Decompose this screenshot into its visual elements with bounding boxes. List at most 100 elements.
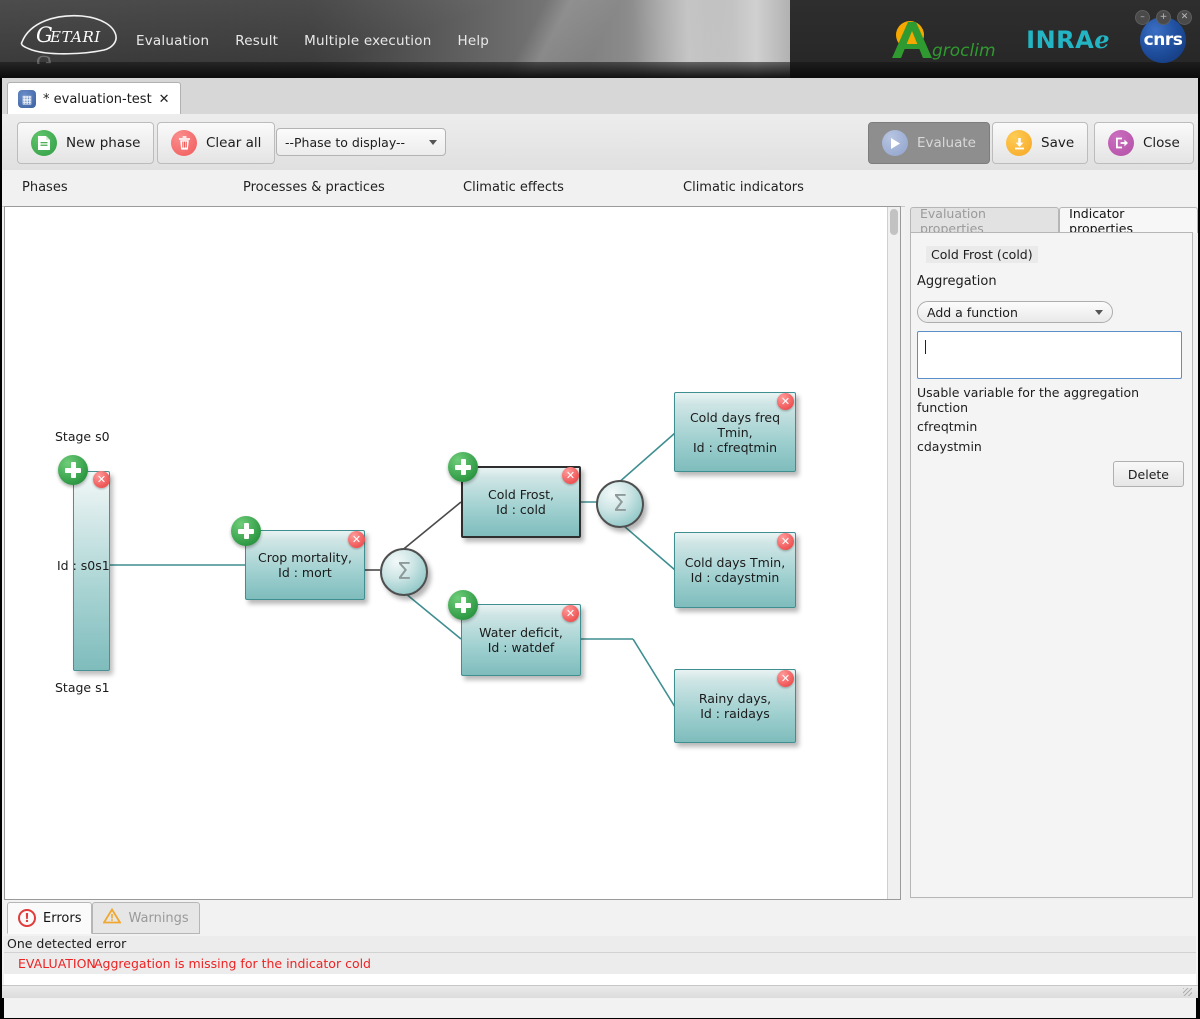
menu-item-help[interactable]: Help <box>457 33 489 49</box>
new-phase-button[interactable]: New phase <box>17 122 155 164</box>
usable-variable-cfreqtmin[interactable]: cfreqtmin <box>917 419 977 434</box>
clear-all-button[interactable]: Clear all <box>157 122 276 164</box>
error-icon: ! <box>18 909 36 927</box>
stage-bottom-label: Stage s1 <box>55 680 110 695</box>
messages-tab-bar: ! Errors Warnings <box>7 902 200 934</box>
messages-summary: One detected error <box>4 936 1196 953</box>
node-cold-frost-id: Id : cold <box>496 502 546 517</box>
tab-warnings-label: Warnings <box>128 910 189 926</box>
clear-all-label: Clear all <box>206 135 262 151</box>
properties-panel-body: Cold Frost (cold) Aggregation Add a func… <box>910 232 1193 898</box>
add-function-select[interactable]: Add a function <box>917 301 1113 323</box>
svg-text:groclim: groclim <box>932 41 996 61</box>
stage-top-label: Stage s0 <box>55 429 110 444</box>
error-source-tag: EVALUATION <box>18 956 96 971</box>
delete-icon-watdef[interactable]: ✕ <box>562 605 579 622</box>
graph-canvas-container: Stage s0 Id : s0s1 ✕ Stage s1 Crop morta… <box>4 206 901 900</box>
node-crop-mortality[interactable]: Crop mortality, Id : mort <box>245 530 365 600</box>
close-icon[interactable]: ✕ <box>159 92 170 107</box>
usable-variable-cdaystmin[interactable]: cdaystmin <box>917 439 982 454</box>
error-message: Aggregation is missing for the indicator… <box>94 956 371 971</box>
node-cfreqtmin-title2: Tmin, <box>717 424 753 440</box>
tab-warnings[interactable]: Warnings <box>92 902 200 934</box>
status-bar <box>2 985 1198 998</box>
delete-aggregation-button[interactable]: Delete <box>1112 461 1184 487</box>
aggregation-formula-input[interactable] <box>917 331 1182 379</box>
close-evaluation-button[interactable]: Close <box>1094 122 1194 164</box>
app-header: G ETARI G Evaluation Result Multiple exe… <box>0 0 1200 78</box>
grid-icon: ▦ <box>18 90 36 108</box>
window-controls: – + ✕ <box>1135 10 1192 25</box>
maximize-button[interactable]: + <box>1156 10 1171 25</box>
add-phase-plus-icon[interactable] <box>58 455 88 485</box>
tab-errors-label: Errors <box>43 910 82 926</box>
phase-to-display-select[interactable]: --Phase to display-- <box>276 128 446 156</box>
menu-item-result[interactable]: Result <box>235 33 278 49</box>
save-button[interactable]: Save <box>992 122 1089 164</box>
sigma-icon: Σ <box>396 558 412 585</box>
aggregator-node-mort[interactable]: Σ <box>380 548 428 596</box>
table-row[interactable]: EVALUATION Aggregation is missing for th… <box>4 953 1196 974</box>
tab-indicator-properties[interactable]: Indicator properties <box>1059 206 1198 236</box>
node-cfreqtmin-id: Id : cfreqtmin <box>692 439 777 455</box>
node-water-deficit-id: Id : watdef <box>487 640 555 655</box>
node-raidays-id: Id : raidays <box>700 706 770 721</box>
close-window-button[interactable]: ✕ <box>1177 10 1192 25</box>
inrae-logo-text: INRAℯ <box>1026 26 1110 54</box>
graph-canvas[interactable]: Stage s0 Id : s0s1 ✕ Stage s1 Crop morta… <box>5 207 889 899</box>
chevron-down-icon <box>429 139 437 145</box>
save-download-icon <box>1006 130 1032 156</box>
play-icon <box>882 130 908 156</box>
column-header-processes: Processes & practices <box>243 180 385 195</box>
canvas-vertical-scrollbar[interactable] <box>887 207 900 899</box>
getari-logo: G ETARI G <box>16 12 124 64</box>
delete-icon-cdaystmin[interactable]: ✕ <box>777 533 794 550</box>
document-add-icon <box>31 130 57 156</box>
tab-evaluation-properties[interactable]: Evaluation properties <box>910 206 1060 236</box>
warning-icon <box>102 907 123 928</box>
filler-row <box>4 996 1196 1018</box>
properties-tab-bar: Evaluation properties Indicator properti… <box>910 206 1198 236</box>
svg-text:G: G <box>36 51 53 64</box>
add-child-plus-icon-mort[interactable] <box>231 516 261 546</box>
sigma-icon-2: Σ <box>612 490 628 517</box>
document-tab-label: * evaluation-test <box>43 91 152 107</box>
text-caret <box>925 340 926 354</box>
properties-panel: Evaluation properties Indicator properti… <box>905 206 1198 900</box>
delete-phase-icon[interactable]: ✕ <box>93 471 110 488</box>
evaluate-button[interactable]: Evaluate <box>868 122 990 164</box>
save-label: Save <box>1041 135 1075 151</box>
tab-errors[interactable]: ! Errors <box>7 902 93 934</box>
node-crop-mortality-id: Id : mort <box>278 565 332 580</box>
node-water-deficit-title: Water deficit, <box>479 625 563 640</box>
menu-item-multiple-execution[interactable]: Multiple execution <box>304 33 431 49</box>
node-cfreqtmin-title: Cold days freq <box>689 409 781 425</box>
node-cold-frost-title: Cold Frost, <box>488 487 554 502</box>
column-header-phases: Phases <box>22 180 68 195</box>
add-child-plus-icon-watdef[interactable] <box>448 590 478 620</box>
phase-to-display-value: --Phase to display-- <box>285 134 406 150</box>
messages-panel: ! Errors Warnings One detected error EVA… <box>2 902 1198 1018</box>
aggregator-node-cold[interactable]: Σ <box>596 480 644 528</box>
node-crop-mortality-title: Crop mortality, <box>258 550 352 565</box>
exit-icon <box>1108 130 1134 156</box>
document-tab-evaluation-test[interactable]: ▦ * evaluation-test ✕ <box>7 82 181 115</box>
node-raidays-title: Rainy days, <box>698 691 772 706</box>
delete-icon-raidays[interactable]: ✕ <box>777 670 794 687</box>
resize-grip-icon[interactable] <box>1183 988 1192 996</box>
phase-id-label: Id : s0s1 <box>57 558 110 573</box>
usable-variable-help-text: Usable variable for the aggregation func… <box>917 385 1140 415</box>
delete-icon-cold[interactable]: ✕ <box>562 467 579 484</box>
delete-icon-mort[interactable]: ✕ <box>348 531 365 548</box>
main-toolbar: New phase Clear all --Phase to display--… <box>2 114 1198 171</box>
menu-item-evaluation[interactable]: Evaluation <box>136 33 209 49</box>
add-child-plus-icon-cold[interactable] <box>448 452 478 482</box>
column-header-effects: Climatic effects <box>463 180 564 195</box>
new-phase-label: New phase <box>66 135 141 151</box>
delete-icon-cfreqtmin[interactable]: ✕ <box>777 393 794 410</box>
scrollbar-thumb[interactable] <box>890 209 898 235</box>
minimize-button[interactable]: – <box>1135 10 1150 25</box>
main-menu: Evaluation Result Multiple execution Hel… <box>136 30 489 52</box>
selected-indicator-name: Cold Frost (cold) <box>926 246 1038 263</box>
window-body: ▦ * evaluation-test ✕ New phase Clear al… <box>2 78 1198 1018</box>
